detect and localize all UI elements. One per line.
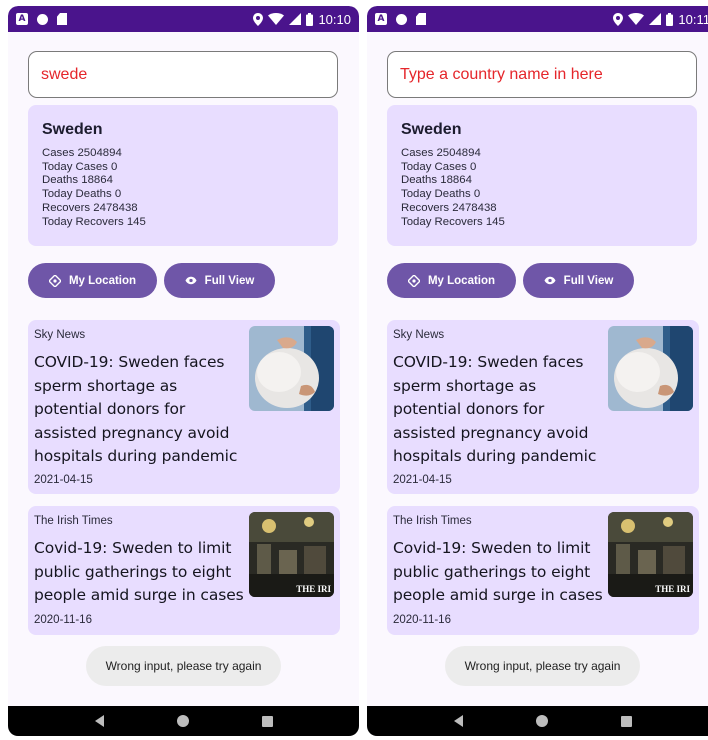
news-thumbnail: THE IRI: [249, 512, 334, 597]
error-toast: Wrong input, please try again: [86, 646, 281, 686]
back-icon[interactable]: [453, 715, 463, 727]
back-icon[interactable]: [94, 715, 104, 727]
stat-recovers: Recovers 2478438: [42, 201, 138, 214]
news-date: 2021-04-15: [393, 474, 452, 486]
stat-recovers: Recovers 2478438: [401, 201, 497, 214]
status-bar: A 10:10: [8, 6, 359, 32]
my-location-label: My Location: [68, 274, 137, 287]
location-diamond-icon: [407, 274, 420, 287]
country-search-input[interactable]: Type a country name in here: [387, 51, 697, 98]
recents-icon[interactable]: [620, 715, 632, 727]
a-notification-icon: A: [16, 13, 28, 25]
status-time: 10:11: [678, 11, 708, 27]
news-source: The Irish Times: [34, 515, 113, 527]
stat-cases: Cases 2504894: [401, 147, 481, 159]
news-date: 2020-11-16: [34, 614, 92, 626]
news-thumb-caption: THE IRI: [655, 584, 690, 594]
country-search-input[interactable]: swede: [28, 51, 338, 98]
battery-icon: [306, 12, 314, 26]
phone-screen-left: A 10:10 swede Sweden Cases 2504894 Today…: [8, 6, 359, 736]
location-icon: [613, 12, 624, 26]
news-thumbnail: [608, 326, 693, 411]
news-date: 2021-04-15: [34, 474, 93, 486]
location-icon: [253, 12, 264, 26]
news-source: Sky News: [393, 329, 445, 341]
stat-deaths: Deaths 18864: [401, 174, 472, 187]
news-title: COVID-19: Sweden faces sperm shortage as…: [34, 353, 238, 465]
news-card[interactable]: The Irish Times Covid-19: Sweden to limi…: [387, 506, 699, 635]
recents-icon[interactable]: [261, 715, 273, 727]
a-notification-icon: A: [375, 13, 387, 25]
country-name: Sweden: [401, 121, 462, 138]
eye-icon: [544, 275, 556, 287]
signal-icon: [649, 13, 662, 25]
circle-notification-icon: [37, 13, 48, 25]
news-card[interactable]: Sky News COVID-19: Sweden faces sperm sh…: [28, 320, 340, 494]
stat-today-deaths: Today Deaths 0: [401, 188, 481, 201]
my-location-button[interactable]: My Location: [28, 263, 157, 298]
news-title: COVID-19: Sweden faces sperm shortage as…: [393, 353, 597, 465]
stat-today-deaths: Today Deaths 0: [42, 188, 122, 201]
error-toast: Wrong input, please try again: [445, 646, 640, 686]
sd-card-icon: [416, 13, 426, 25]
eye-icon: [185, 275, 197, 287]
navigation-bar: [367, 706, 708, 736]
stat-today-recovers: Today Recovers 145: [401, 215, 505, 228]
navigation-bar: [8, 706, 359, 736]
wifi-icon: [628, 13, 645, 25]
news-thumbnail: [249, 326, 334, 411]
search-value: swede: [41, 65, 88, 83]
stat-deaths: Deaths 18864: [42, 174, 113, 187]
search-placeholder: Type a country name in here: [400, 65, 603, 83]
news-title: Covid-19: Sweden to limit public gatheri…: [34, 539, 244, 604]
country-stats-card: Sweden Cases 2504894 Today Cases 0 Death…: [387, 105, 697, 246]
stat-today-recovers: Today Recovers 145: [42, 215, 146, 228]
sd-card-icon: [57, 13, 67, 25]
signal-icon: [289, 13, 302, 25]
full-view-button[interactable]: Full View: [523, 263, 634, 298]
news-title: Covid-19: Sweden to limit public gatheri…: [393, 539, 603, 604]
home-icon[interactable]: [535, 715, 548, 727]
home-icon[interactable]: [176, 715, 189, 727]
news-card[interactable]: Sky News COVID-19: Sweden faces sperm sh…: [387, 320, 699, 494]
stat-today-cases: Today Cases 0: [401, 160, 477, 173]
location-diamond-icon: [48, 274, 61, 287]
news-date: 2020-11-16: [393, 614, 451, 626]
phone-screen-right: A 10:11 Type a country name in here Swed…: [367, 6, 708, 736]
news-thumb-caption: THE IRI: [296, 584, 331, 594]
wifi-icon: [268, 13, 285, 25]
battery-icon: [666, 12, 674, 26]
news-card[interactable]: The Irish Times Covid-19: Sweden to limi…: [28, 506, 340, 635]
my-location-button[interactable]: My Location: [387, 263, 516, 298]
news-source: The Irish Times: [393, 515, 472, 527]
news-source: Sky News: [34, 329, 86, 341]
full-view-label: Full View: [204, 274, 255, 287]
my-location-label: My Location: [427, 274, 496, 287]
status-bar: A 10:11: [367, 6, 708, 32]
news-thumbnail: THE IRI: [608, 512, 693, 597]
country-stats-card: Sweden Cases 2504894 Today Cases 0 Death…: [28, 105, 338, 246]
country-name: Sweden: [42, 121, 103, 138]
full-view-button[interactable]: Full View: [164, 263, 275, 298]
stat-today-cases: Today Cases 0: [42, 160, 118, 173]
status-time: 10:10: [318, 11, 351, 27]
full-view-label: Full View: [563, 274, 614, 287]
circle-notification-icon: [396, 13, 407, 25]
stat-cases: Cases 2504894: [42, 147, 122, 159]
